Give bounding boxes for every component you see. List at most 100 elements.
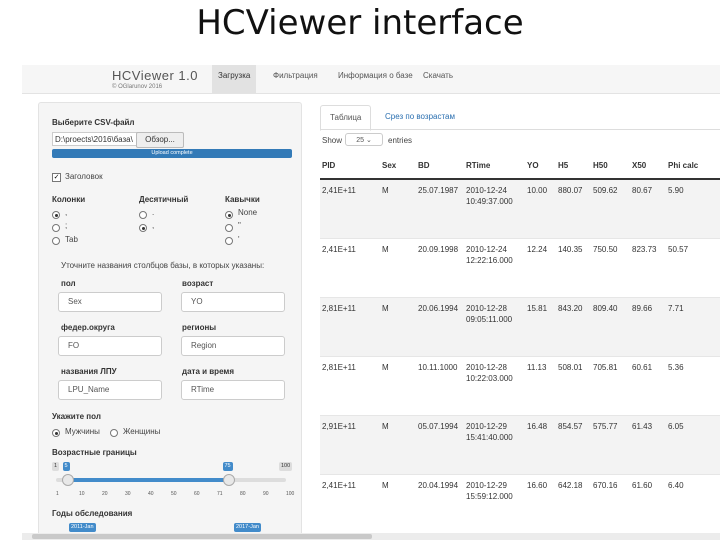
district-column-input[interactable]: FO bbox=[58, 336, 162, 356]
table-cell: M bbox=[382, 481, 389, 490]
column-header[interactable]: Phi calc bbox=[668, 161, 698, 170]
decimal-radio-comma[interactable] bbox=[139, 224, 147, 232]
table-cell: 670.16 bbox=[593, 481, 618, 490]
table-cell: 25.07.1987 bbox=[418, 186, 459, 195]
table-cell: M bbox=[382, 186, 389, 195]
age-tick-label: 60 bbox=[194, 491, 200, 497]
table-cell: 843.20 bbox=[558, 304, 583, 313]
horizontal-scrollbar[interactable] bbox=[22, 533, 720, 540]
table-cell: 61.60 bbox=[632, 481, 653, 490]
field-label-sex: пол bbox=[61, 279, 76, 288]
table-cell: 6.05 bbox=[668, 422, 684, 431]
file-path-field[interactable]: D:\proects\2016\база\ bbox=[52, 132, 146, 146]
age-column-input[interactable]: YO bbox=[181, 292, 285, 312]
table-row[interactable]: 2,41E+11 M 25.07.1987 2010-12-24 10:49:37.0… bbox=[320, 180, 720, 239]
nav-tab-db-info[interactable]: Информация о базе bbox=[332, 65, 419, 93]
decimal-radio-dot[interactable] bbox=[139, 211, 147, 219]
table-cell: 7.71 bbox=[668, 304, 684, 313]
table-cell: 15.81 bbox=[527, 304, 548, 313]
table-row[interactable]: 2,81E+11 M 20.06.1994 2010-12-28 09:05:11.0… bbox=[320, 298, 720, 357]
age-slider-low-value: 5 bbox=[62, 462, 70, 471]
age-tick-label: 1 bbox=[56, 491, 59, 497]
column-header[interactable]: H5 bbox=[558, 161, 568, 170]
table-row[interactable]: 2,41E+11 M 20.09.1998 2010-12-24 12:22:16.0… bbox=[320, 239, 720, 298]
table-cell: 2010-12-28 09:05:11.000 bbox=[466, 304, 513, 324]
table-cell: 2010-12-29 15:59:12.000 bbox=[466, 481, 513, 501]
table-cell: 2,81E+11 bbox=[322, 304, 356, 313]
column-header[interactable]: X50 bbox=[632, 161, 646, 170]
entries-select[interactable]: 25 ⌄ bbox=[345, 133, 383, 146]
table-cell: 80.67 bbox=[632, 186, 653, 195]
sex-column-input[interactable]: Sex bbox=[58, 292, 162, 312]
nav-tab-filter[interactable]: Фильтрация bbox=[267, 65, 324, 93]
columns-radio-tab[interactable] bbox=[52, 237, 60, 245]
age-slider-high-handle[interactable] bbox=[222, 474, 235, 486]
column-header[interactable]: H50 bbox=[593, 161, 608, 170]
sex-radio-female[interactable] bbox=[110, 429, 118, 437]
table-cell: 16.60 bbox=[527, 481, 548, 490]
column-header[interactable]: Sex bbox=[382, 161, 396, 170]
table-cell: 50.57 bbox=[668, 245, 689, 254]
column-header[interactable]: YO bbox=[527, 161, 539, 170]
table-cell: 2,81E+11 bbox=[322, 363, 356, 372]
age-tick-label: 50 bbox=[171, 491, 177, 497]
columns-radio-comma[interactable] bbox=[52, 211, 60, 219]
app-brand[interactable]: HCViewer 1.0 bbox=[112, 68, 198, 83]
table-cell: 12.24 bbox=[527, 245, 548, 254]
quotes-radio-none[interactable] bbox=[225, 211, 233, 219]
columns-option-comma: , bbox=[65, 208, 68, 217]
table-cell: 20.06.1994 bbox=[418, 304, 459, 313]
quotes-option-single: ' bbox=[238, 235, 240, 244]
browse-button[interactable]: Обзор... bbox=[136, 132, 184, 148]
age-tick-label: 100 bbox=[286, 491, 295, 497]
region-column-input[interactable]: Region bbox=[181, 336, 285, 356]
datetime-column-input[interactable]: RTime bbox=[181, 380, 285, 400]
table-row[interactable]: 2,41E+11 M 20.04.1994 2010-12-29 15:59:12.0… bbox=[320, 475, 720, 534]
columns-radio-semicolon[interactable] bbox=[52, 224, 60, 232]
quotes-radio-single[interactable] bbox=[225, 237, 233, 245]
sex-radio-male[interactable] bbox=[52, 429, 60, 437]
column-header[interactable]: RTime bbox=[466, 161, 490, 170]
quotes-option-double: " bbox=[238, 221, 241, 230]
years-slider-high-value: 2017-Jan bbox=[234, 523, 261, 532]
table-row[interactable]: 2,91E+11 M 05.07.1994 2010-12-29 15:41:40.0… bbox=[320, 416, 720, 475]
lpu-column-input[interactable]: LPU_Name bbox=[58, 380, 162, 400]
age-tick-label: 10 bbox=[79, 491, 85, 497]
age-slider-low-handle[interactable] bbox=[61, 474, 74, 486]
table-cell: 508.01 bbox=[558, 363, 583, 372]
field-label-district: федер.округа bbox=[61, 323, 115, 332]
header-checkbox[interactable]: ✓ bbox=[52, 173, 61, 182]
years-label: Годы обследования bbox=[52, 509, 133, 518]
scrollbar-thumb[interactable] bbox=[32, 534, 372, 539]
table-cell: 10.11.1000 bbox=[418, 363, 458, 372]
tab-table[interactable]: Таблица bbox=[320, 105, 372, 131]
field-label-region: регионы bbox=[182, 323, 217, 332]
age-slider-max: 100 bbox=[279, 462, 293, 471]
column-header[interactable]: BD bbox=[418, 161, 430, 170]
nav-tab-download[interactable]: Скачать bbox=[417, 65, 459, 93]
entries-label: entries bbox=[388, 136, 413, 145]
quotes-radio-double[interactable] bbox=[225, 224, 233, 232]
columns-option-tab: Tab bbox=[65, 235, 78, 244]
table-cell: 5.36 bbox=[668, 363, 684, 372]
column-header[interactable]: PID bbox=[322, 161, 335, 170]
main-panel: Таблица Срез по возрастам Show 25 ⌄ entr… bbox=[320, 102, 720, 540]
sex-option-female: Женщины bbox=[123, 427, 161, 436]
table-cell: 140.35 bbox=[558, 245, 583, 254]
age-slider-track[interactable] bbox=[56, 478, 286, 482]
field-label-age: возраст bbox=[182, 279, 214, 288]
age-tick-label: 40 bbox=[148, 491, 154, 497]
table-cell: 2,41E+11 bbox=[322, 245, 356, 254]
table-cell: 2,91E+11 bbox=[322, 422, 356, 431]
tab-age-slice[interactable]: Срез по возрастам bbox=[376, 105, 464, 129]
file-label: Выберите CSV-файл bbox=[52, 118, 135, 127]
table-cell: 11.13 bbox=[527, 363, 547, 372]
age-slider-min: 1 bbox=[52, 462, 60, 471]
table-row[interactable]: 2,81E+11 M 10.11.1000 2010-12-28 10:22:03.0… bbox=[320, 357, 720, 416]
table-cell: 20.04.1994 bbox=[418, 481, 459, 490]
table-cell: 6.40 bbox=[668, 481, 684, 490]
table-cell: 20.09.1998 bbox=[418, 245, 459, 254]
decimal-option-dot: . bbox=[152, 208, 155, 217]
quotes-option-none: None bbox=[238, 208, 258, 217]
nav-tab-upload[interactable]: Загрузка bbox=[212, 65, 257, 93]
